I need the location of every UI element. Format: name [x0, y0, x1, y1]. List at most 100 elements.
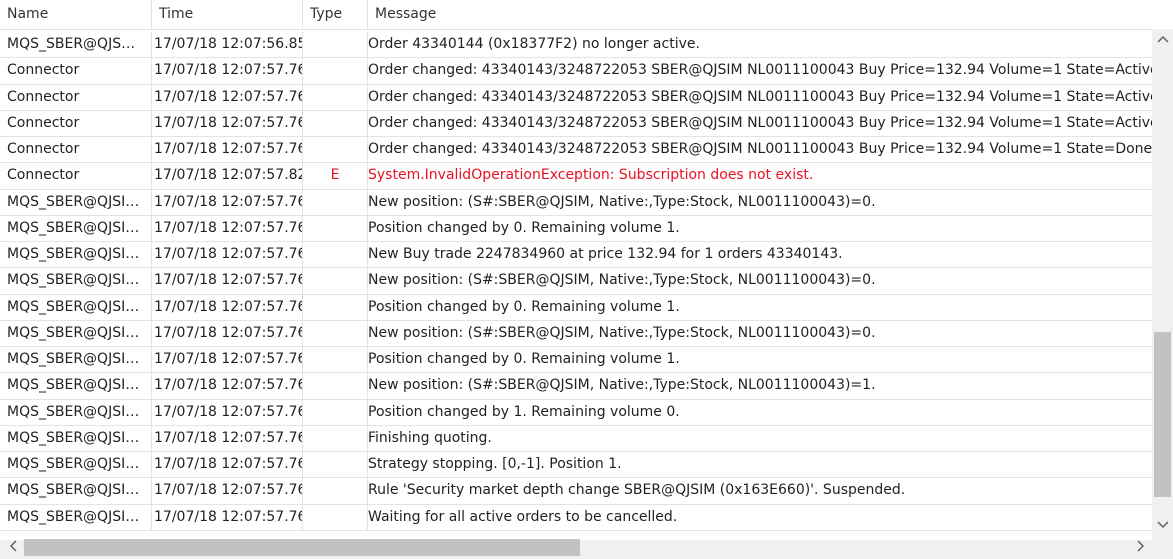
table-row[interactable]: Connector 17/07/18 12:07:57.828 E System.In…	[0, 163, 1152, 190]
cell-time: 17/07/18 12:07:57.828	[152, 163, 303, 189]
cell-time: 17/07/18 12:07:57.768	[152, 373, 303, 399]
chevron-up-icon[interactable]	[1154, 31, 1171, 48]
table-row[interactable]: MQS_SBER@QJSI… 17/07/18 12:07:57.768 Posit…	[0, 215, 1152, 242]
cell-type	[303, 373, 368, 399]
cell-message: Waiting for all active orders to be canc…	[368, 508, 678, 525]
table-row[interactable]: MQS_SBER@QJSI… 17/07/18 12:07:57.768 Strat…	[0, 452, 1152, 479]
cell-message: Order 43340144 (0x18377F2) no longer act…	[368, 36, 700, 52]
column-header-name[interactable]: Name	[0, 0, 152, 29]
table-row[interactable]: MQS_SBER@QJSI… 17/07/18 12:07:57.768 New p…	[0, 268, 1152, 295]
cell-name: MQS_SBER@QJSI…	[0, 268, 152, 294]
table-row[interactable]: MQS_SBER@QJSI… 17/07/18 12:07:57.768 Posit…	[0, 399, 1152, 426]
table-row[interactable]: MQS_SBER@QJSI… 17/07/18 12:07:57.768 New p…	[0, 320, 1152, 347]
cell-message: New Buy trade 2247834960 at price 132.94…	[368, 246, 843, 262]
cell-name: Connector	[0, 110, 152, 136]
cell-message: Position changed by 0. Remaining volume …	[368, 298, 680, 315]
cell-type	[303, 347, 368, 373]
cell-message: Order changed: 43340143/3248722053 SBER@…	[368, 141, 1152, 157]
cell-time: 17/07/18 12:07:57.768	[152, 425, 303, 451]
cell-time: 17/07/18 12:07:57.768	[152, 452, 303, 478]
cell-message: New position: (S#:SBER@QJSIM, Native:,Ty…	[368, 377, 876, 394]
cell-message: Position changed by 0. Remaining volume …	[368, 219, 680, 236]
cell-name: MQS_SBER@QJSI…	[0, 452, 152, 478]
cell-name: MQS_SBER@QJSI…	[0, 215, 152, 241]
cell-name: MQS_SBER@QJSI…	[0, 373, 152, 399]
table-row[interactable]: MQS_SBER@QJSI… 17/07/18 12:07:57.768 New p…	[0, 189, 1152, 216]
cell-time: 17/07/18 12:07:57.768	[152, 189, 303, 215]
cell-type	[303, 504, 368, 530]
cell-message: Order changed: 43340143/3248722053 SBER@…	[368, 62, 1152, 79]
cell-name: MQS_SBER@QJSI…	[0, 347, 152, 373]
cell-time: 17/07/18 12:07:57.768	[152, 320, 303, 346]
cell-time: 17/07/18 12:07:57.768	[152, 242, 303, 268]
cell-time: 17/07/18 12:07:57.768	[152, 58, 303, 84]
cell-type	[303, 452, 368, 478]
cell-name: Connector	[0, 163, 152, 189]
cell-message: Order changed: 43340143/3248722053 SBER@…	[368, 114, 1152, 131]
grid-rows: MQS_SBER@QJS… 17/07/18 12:07:56.859 Order …	[0, 32, 1152, 531]
vertical-scrollbar-thumb[interactable]	[1154, 332, 1171, 497]
cell-time: 17/07/18 12:07:57.768	[152, 294, 303, 320]
cell-name: MQS_SBER@QJSI…	[0, 294, 152, 320]
cell-type	[303, 478, 368, 504]
cell-type	[303, 110, 368, 136]
cell-name: MQS_SBER@QJS…	[0, 32, 152, 58]
table-row[interactable]: Connector 17/07/18 12:07:57.768 Order chan…	[0, 84, 1152, 111]
table-row[interactable]: Connector 17/07/18 12:07:57.768 Order chan…	[0, 110, 1152, 137]
cell-message: Position changed by 0. Remaining volume …	[368, 351, 680, 367]
table-row[interactable]: MQS_SBER@QJSI… 17/07/18 12:07:57.768 Posit…	[0, 347, 1152, 374]
column-header-message[interactable]: Message	[368, 0, 1152, 29]
cell-type: E	[303, 163, 368, 189]
chevron-down-icon[interactable]	[1154, 517, 1171, 534]
cell-type	[303, 137, 368, 163]
cell-message: New position: (S#:SBER@QJSIM, Native:,Ty…	[368, 193, 876, 210]
log-grid[interactable]: Name Time Type Message MQS_SBER@QJS… 17/0…	[0, 0, 1152, 540]
chevron-left-icon[interactable]	[4, 540, 21, 557]
table-row[interactable]: MQS_SBER@QJSI… 17/07/18 12:07:57.768 New B…	[0, 242, 1152, 269]
cell-type	[303, 268, 368, 294]
cell-name: MQS_SBER@QJSI…	[0, 399, 152, 425]
table-row[interactable]: MQS_SBER@QJSI… 17/07/18 12:07:57.768 New p…	[0, 373, 1152, 400]
table-row[interactable]: MQS_SBER@QJSI… 17/07/18 12:07:57.768 Posit…	[0, 294, 1152, 321]
cell-time: 17/07/18 12:07:57.768	[152, 215, 303, 241]
cell-time: 17/07/18 12:07:57.768	[152, 478, 303, 504]
cell-time: 17/07/18 12:07:56.859	[152, 32, 303, 58]
cell-time: 17/07/18 12:07:57.768	[152, 268, 303, 294]
table-row[interactable]: MQS_SBER@QJSI… 17/07/18 12:07:57.768 Waiti…	[0, 504, 1152, 531]
cell-message: Order changed: 43340143/3248722053 SBER@…	[368, 88, 1152, 105]
table-row[interactable]: MQS_SBER@QJSI… 17/07/18 12:07:57.768 Rule …	[0, 478, 1152, 505]
cell-type	[303, 58, 368, 84]
cell-time: 17/07/18 12:07:57.768	[152, 110, 303, 136]
cell-message: Strategy stopping. [0,-1]. Position 1.	[368, 456, 622, 472]
cell-type	[303, 84, 368, 110]
cell-message: Finishing quoting.	[368, 429, 492, 446]
cell-type	[303, 320, 368, 346]
table-row[interactable]: MQS_SBER@QJSI… 17/07/18 12:07:57.768 Finis…	[0, 425, 1152, 452]
cell-name: Connector	[0, 137, 152, 163]
horizontal-scrollbar-thumb[interactable]	[24, 539, 580, 556]
chevron-right-icon[interactable]	[1132, 540, 1149, 557]
table-row[interactable]: Connector 17/07/18 12:07:57.768 Order chan…	[0, 137, 1152, 164]
table-row[interactable]: Connector 17/07/18 12:07:57.768 Order chan…	[0, 58, 1152, 85]
cell-time: 17/07/18 12:07:57.768	[152, 137, 303, 163]
column-header-type[interactable]: Type	[303, 0, 368, 29]
table-row[interactable]: MQS_SBER@QJS… 17/07/18 12:07:56.859 Order …	[0, 32, 1152, 59]
cell-message: New position: (S#:SBER@QJSIM, Native:,Ty…	[368, 272, 876, 289]
cell-type	[303, 294, 368, 320]
column-header-time[interactable]: Time	[152, 0, 303, 29]
cell-name: MQS_SBER@QJSI…	[0, 189, 152, 215]
cell-time: 17/07/18 12:07:57.768	[152, 84, 303, 110]
cell-name: MQS_SBER@QJSI…	[0, 425, 152, 451]
cell-name: MQS_SBER@QJSI…	[0, 504, 152, 530]
cell-type	[303, 32, 368, 58]
cell-time: 17/07/18 12:07:57.768	[152, 347, 303, 373]
cell-message: System.InvalidOperationException: Subscr…	[368, 167, 814, 184]
cell-message: Position changed by 1. Remaining volume …	[368, 403, 680, 420]
cell-time: 17/07/18 12:07:57.768	[152, 504, 303, 530]
cell-name: MQS_SBER@QJSI…	[0, 320, 152, 346]
cell-type	[303, 399, 368, 425]
cell-time: 17/07/18 12:07:57.768	[152, 399, 303, 425]
cell-type	[303, 425, 368, 451]
cell-name: MQS_SBER@QJSI…	[0, 242, 152, 268]
cell-message: Rule 'Security market depth change SBER@…	[368, 482, 906, 499]
